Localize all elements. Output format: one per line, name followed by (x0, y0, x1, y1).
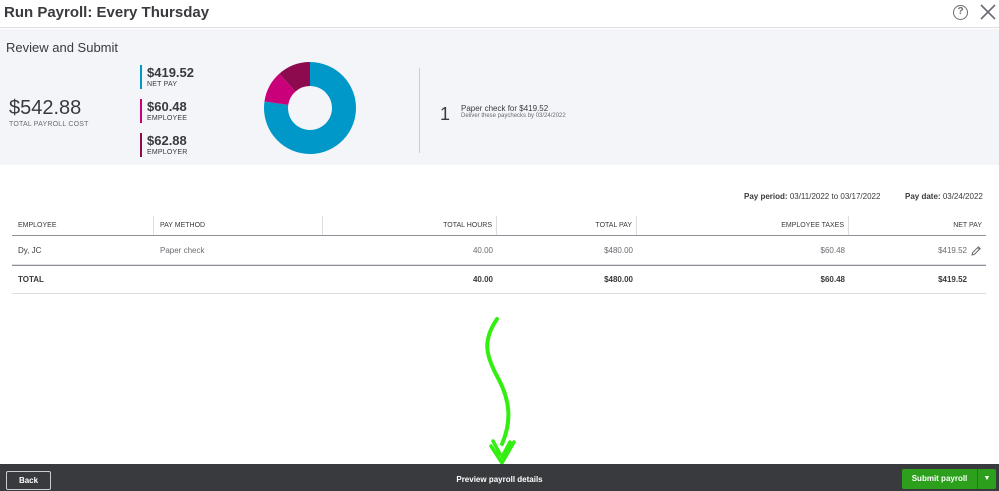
total-pay-method (154, 266, 323, 293)
total-hours: 40.00 (472, 245, 493, 255)
total-taxes-sum: $60.48 (820, 275, 845, 284)
employee-taxes: $60.48 (820, 245, 845, 255)
column-header-total-pay[interactable]: TOTAL PAY (497, 216, 637, 235)
submit-payroll-label[interactable]: Submit payroll (902, 469, 978, 489)
legend-amount: $60.48 (147, 99, 187, 114)
pay-period: Pay period: 03/11/2022 to 03/17/2022 (744, 192, 880, 201)
payroll-table: EMPLOYEE PAY METHOD TOTAL HOURS TOTAL PA… (12, 216, 986, 294)
column-header-net-pay[interactable]: NET PAY (849, 216, 986, 235)
dialog-footer: Back Preview payroll details Submit payr… (0, 464, 999, 491)
legend-label: EMPLOYEE (147, 115, 188, 122)
employee-name: Dy, JC (18, 245, 42, 255)
dialog-header: Run Payroll: Every Thursday ? (0, 0, 999, 28)
legend-amount: $419.52 (147, 65, 194, 80)
run-payroll-dialog: Run Payroll: Every Thursday ? Review and… (0, 0, 999, 491)
section-title: Review and Submit (6, 40, 118, 55)
column-header-employee[interactable]: EMPLOYEE (12, 216, 154, 235)
pay-date: Pay date: 03/24/2022 (905, 192, 983, 201)
table-header-row: EMPLOYEE PAY METHOD TOTAL HOURS TOTAL PA… (12, 216, 986, 236)
pay-period-value: 03/11/2022 to 03/17/2022 (789, 192, 881, 201)
edit-pencil-icon[interactable] (970, 245, 982, 257)
total-payroll-cost-label: TOTAL PAYROLL COST (9, 121, 89, 128)
total-net-pay-sum: $419.52 (938, 275, 967, 284)
table-row: Dy, JC Paper check 40.00 $480.00 $60.48 … (12, 236, 986, 265)
pay-method: Paper check (160, 245, 205, 255)
close-icon[interactable] (979, 2, 997, 22)
pay-date-label: Pay date: (905, 192, 941, 201)
total-payroll-cost: $542.88 (9, 97, 82, 119)
check-description: Paper check for $419.52 (461, 104, 549, 113)
total-label: TOTAL (18, 275, 44, 284)
net-pay: $419.52 (938, 245, 967, 255)
check-count: 1 (440, 104, 451, 124)
annotation-arrow (485, 317, 516, 465)
check-delivery-note: Deliver these paychecks by 03/24/2022 (461, 113, 566, 119)
total-pay: $480.00 (604, 245, 633, 255)
total-hours-sum: 40.00 (472, 275, 493, 284)
column-header-total-hours[interactable]: TOTAL HOURS (323, 216, 497, 235)
legend-label: EMPLOYER (147, 149, 188, 156)
dialog-title: Run Payroll: Every Thursday (4, 4, 210, 21)
summary-panel: Review and Submit $542.88 TOTAL PAYROLL … (0, 29, 999, 165)
pay-period-label: Pay period: (744, 192, 788, 201)
legend-net-pay: $419.52 NET PAY (140, 65, 194, 89)
table-total-row: TOTAL 40.00 $480.00 $60.48 $419.52 (12, 265, 986, 294)
column-header-pay-method[interactable]: PAY METHOD (154, 216, 323, 235)
pay-date-value: 03/24/2022 (942, 192, 983, 201)
submit-payroll-button[interactable]: Submit payroll ▼ (902, 469, 996, 489)
legend-label: NET PAY (147, 81, 178, 88)
preview-payroll-details-link[interactable]: Preview payroll details (0, 475, 999, 484)
legend-employer: $62.88 EMPLOYER (140, 133, 188, 157)
help-icon[interactable]: ? (953, 5, 968, 20)
payroll-donut-chart (264, 62, 356, 154)
column-header-employee-taxes[interactable]: EMPLOYEE TAXES (637, 216, 849, 235)
total-pay-sum: $480.00 (604, 275, 633, 284)
submit-dropdown-icon[interactable]: ▼ (978, 469, 996, 489)
legend-amount: $62.88 (147, 133, 187, 148)
legend-employee: $60.48 EMPLOYEE (140, 99, 187, 123)
divider (419, 68, 420, 153)
